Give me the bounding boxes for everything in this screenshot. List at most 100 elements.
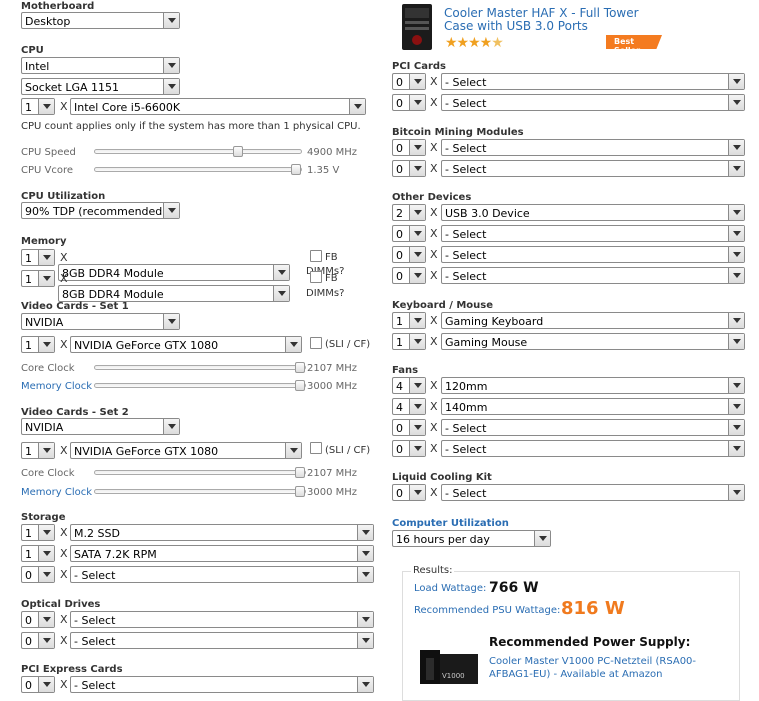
optical-count-select[interactable]: 0 [21,632,55,649]
pci-type-select[interactable]: - Select [441,73,745,90]
mouse-count-select[interactable]: 1 [392,333,426,350]
fan-size-select[interactable]: 120mm [441,377,745,394]
optical-count-select[interactable]: 0 [21,611,55,628]
chevron-down-icon [163,203,179,218]
slider-thumb[interactable] [291,164,301,175]
other-type-select[interactable]: - Select [441,225,745,242]
bitcoin-count-select[interactable]: 0 [392,160,426,177]
multiply-sign: X [430,442,438,455]
keyboard-count-select[interactable]: 1 [392,312,426,329]
liquid-count-select[interactable]: 0 [392,484,426,501]
core-clock-value: 2107 MHz [307,468,358,479]
other-type-select[interactable]: - Select [441,267,745,284]
memory-count-select[interactable]: 1 [21,270,55,287]
best-seller-badge: Best Seller [606,35,662,49]
video2-model-select[interactable]: NVIDIA GeForce GTX 1080 [70,442,302,459]
fan-count-select[interactable]: 4 [392,377,426,394]
slider-thumb[interactable] [295,380,305,391]
pci-count-select[interactable]: 0 [392,94,426,111]
computer-utilization-select[interactable]: 16 hours per day [392,530,551,547]
pcie-type-select[interactable]: - Select [70,676,374,693]
fb-dimms-checkbox[interactable] [310,271,322,283]
slider-thumb[interactable] [233,146,243,157]
slider-thumb[interactable] [295,362,305,373]
multiply-sign: X [430,269,438,282]
other-type-select[interactable]: USB 3.0 Device [441,204,745,221]
psu-image[interactable]: V1000 [418,648,480,684]
storage-type-select[interactable]: SATA 7.2K RPM [70,545,374,562]
motherboard-select[interactable]: Desktop [21,12,180,29]
memory-module-select[interactable]: 8GB DDR4 Module [58,264,290,281]
load-wattage-value: 766 W [489,580,539,596]
cpu-count-select[interactable]: 1 [21,98,55,115]
fan-count-select[interactable]: 4 [392,398,426,415]
chevron-down-icon [409,205,425,220]
tower-case-image[interactable] [399,2,435,52]
video1-model-select[interactable]: NVIDIA GeForce GTX 1080 [70,336,302,353]
fans-label: Fans [392,365,419,376]
cpu-vcore-slider[interactable] [94,164,302,175]
cpu-speed-slider[interactable] [94,146,302,157]
memory-count-select[interactable]: 1 [21,249,55,266]
bitcoin-type-select[interactable]: - Select [441,160,745,177]
chevron-down-icon [285,443,301,458]
sli-checkbox[interactable] [310,442,322,454]
fan-count-select[interactable]: 0 [392,440,426,457]
fan-count-select[interactable]: 0 [392,419,426,436]
other-type-select[interactable]: - Select [441,246,745,263]
other-count-select[interactable]: 2 [392,204,426,221]
core-clock-slider[interactable] [94,467,306,478]
core-clock-slider[interactable] [94,362,306,373]
chevron-down-icon [409,334,425,349]
memory-clock-slider[interactable] [94,380,306,391]
storage-type-select[interactable]: - Select [70,566,374,583]
multiply-sign: X [430,141,438,154]
fan-size-select[interactable]: 140mm [441,398,745,415]
cpu-model-select[interactable]: Intel Core i5-6600K [70,98,366,115]
pci-type-select[interactable]: - Select [441,94,745,111]
storage-count-select[interactable]: 1 [21,545,55,562]
mouse-type-select[interactable]: Gaming Mouse [441,333,745,350]
psu-link-line1[interactable]: Cooler Master V1000 PC-Netzteil (RSA00- [489,656,696,667]
bitcoin-count-select[interactable]: 0 [392,139,426,156]
slider-thumb[interactable] [295,486,305,497]
cpu-brand-select[interactable]: Intel [21,57,180,74]
other-count-select[interactable]: 0 [392,246,426,263]
memory-clock-slider[interactable] [94,486,306,497]
other-count-select[interactable]: 0 [392,267,426,284]
optical-type-select[interactable]: - Select [70,632,374,649]
bitcoin-type-select[interactable]: - Select [441,139,745,156]
storage-count-select[interactable]: 1 [21,524,55,541]
storage-count-select[interactable]: 0 [21,566,55,583]
optical-type-select[interactable]: - Select [70,611,374,628]
fb-dimms-checkbox[interactable] [310,250,322,262]
product-title-line1[interactable]: Cooler Master HAF X - Full Tower [444,6,639,20]
memory-module-select[interactable]: 8GB DDR4 Module [58,285,290,302]
cpu-socket-select[interactable]: Socket LGA 1151 [21,78,180,95]
chevron-down-icon [728,485,744,500]
video1-brand-select[interactable]: NVIDIA [21,313,180,330]
pcie-count-select[interactable]: 0 [21,676,55,693]
storage-label: Storage [21,512,66,523]
video2-count-select[interactable]: 1 [21,442,55,459]
chevron-down-icon [357,612,373,627]
sli-checkbox[interactable] [310,337,322,349]
cpu-utilization-select[interactable]: 90% TDP (recommended) [21,202,180,219]
fan-size-select[interactable]: - Select [441,440,745,457]
product-title-line2[interactable]: Case with USB 3.0 Ports [444,19,588,33]
keyboard-type-select[interactable]: Gaming Keyboard [441,312,745,329]
chevron-down-icon [38,546,54,561]
storage-type-select[interactable]: M.2 SSD [70,524,374,541]
video2-brand-select[interactable]: NVIDIA [21,418,180,435]
fan-size-select[interactable]: - Select [441,419,745,436]
liquid-type-select[interactable]: - Select [441,484,745,501]
cpu-speed-label: CPU Speed [21,147,76,158]
psu-link-line2[interactable]: AFBAG1-EU) - Available at Amazon [489,669,662,680]
other-count-select[interactable]: 0 [392,225,426,242]
chevron-down-icon [38,337,54,352]
slider-thumb[interactable] [295,467,305,478]
chevron-down-icon [357,546,373,561]
pci-count-select[interactable]: 0 [392,73,426,90]
video1-count-select[interactable]: 1 [21,336,55,353]
chevron-down-icon [357,677,373,692]
